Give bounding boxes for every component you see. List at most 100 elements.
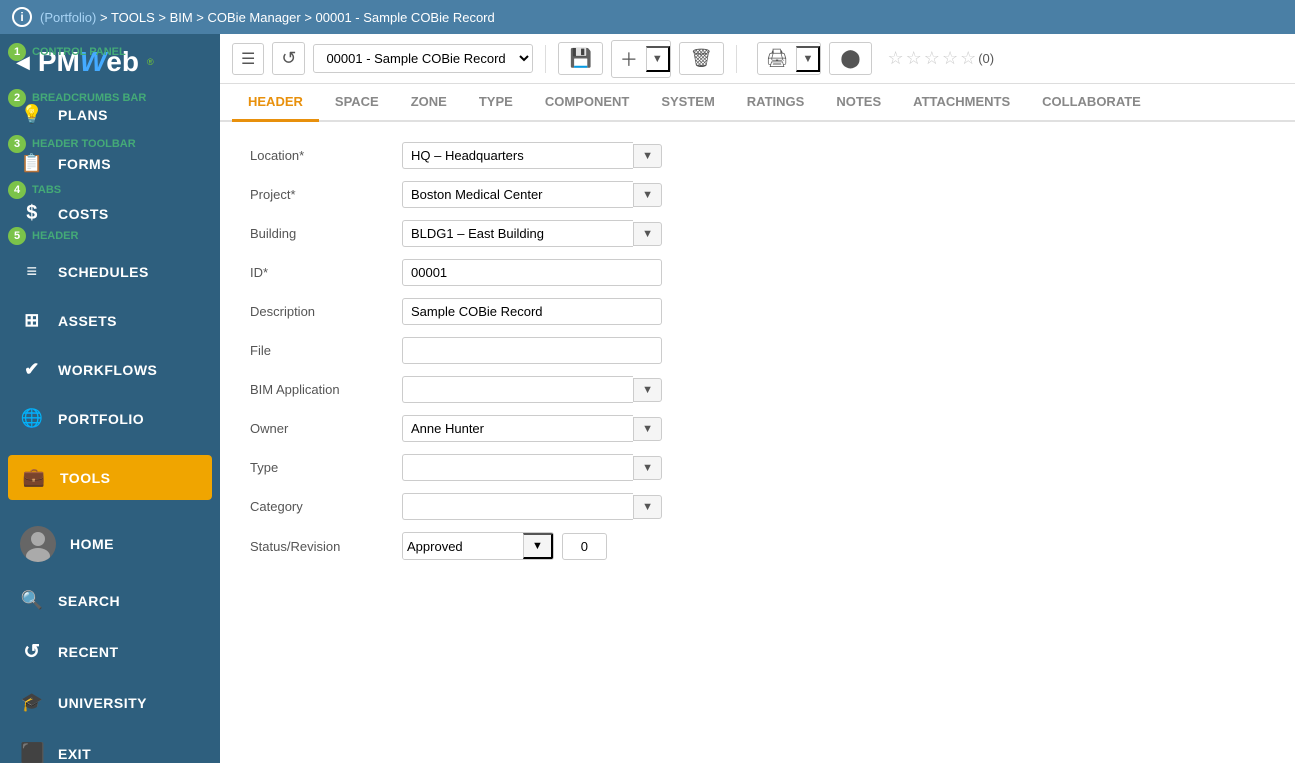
- tab-ratings[interactable]: RATINGS: [731, 84, 821, 122]
- status-dropdown-button[interactable]: ▼: [523, 533, 553, 559]
- category-input[interactable]: [402, 493, 633, 520]
- sidebar-item-assets[interactable]: ⊞ ASSETS: [0, 296, 220, 345]
- header-toolbar: ☰ ↺ 00001 - Sample COBie Record 💾 ＋ ▼ 🗑 …: [220, 34, 1295, 84]
- logo-text: PMWeb: [38, 46, 139, 78]
- project-dropdown-button[interactable]: ▼: [633, 183, 662, 207]
- sidebar-item-tools[interactable]: 💼 TOOLS: [8, 455, 212, 500]
- tab-type[interactable]: TYPE: [463, 84, 529, 122]
- toolbar-separator-1: [545, 45, 546, 73]
- label-id: ID*: [250, 265, 390, 280]
- sidebar: ◀ PMWeb ® 💡 PLANS 📋 FORMS $ COSTS ≡ SCHE…: [0, 34, 220, 763]
- portfolio-icon: 🌐: [20, 408, 44, 429]
- project-field-group: ▼: [402, 181, 662, 208]
- costs-icon: $: [20, 202, 44, 225]
- type-input[interactable]: [402, 454, 633, 481]
- form-row-category: Category ▼: [250, 493, 1265, 520]
- building-dropdown-button[interactable]: ▼: [633, 222, 662, 246]
- form-area: Location* ▼ Project* ▼ Building: [220, 122, 1295, 763]
- label-bim: BIM Application: [250, 382, 390, 397]
- label-location: Location*: [250, 148, 390, 163]
- toggle-button[interactable]: ⬤: [829, 42, 871, 75]
- owner-dropdown-button[interactable]: ▼: [633, 417, 662, 441]
- status-select-wrap: Approved Pending Rejected ▼: [402, 532, 554, 560]
- bim-field-group: ▼: [402, 376, 662, 403]
- menu-icon: ☰: [241, 49, 255, 69]
- tab-notes[interactable]: NOTES: [820, 84, 897, 122]
- bim-dropdown-button[interactable]: ▼: [633, 378, 662, 402]
- form-row-type: Type ▼: [250, 454, 1265, 481]
- sidebar-item-recent[interactable]: ↺ RECENT: [0, 625, 220, 678]
- sidebar-collapse-button[interactable]: ◀: [16, 52, 30, 73]
- location-input[interactable]: [402, 142, 633, 169]
- status-revision-group: Approved Pending Rejected ▼: [402, 532, 607, 560]
- sidebar-item-university[interactable]: 🎓 UNIVERSITY: [0, 678, 220, 727]
- tab-component[interactable]: COMPONENT: [529, 84, 646, 122]
- workflows-icon: ✔: [20, 359, 44, 380]
- print-dropdown-button[interactable]: ▼: [796, 46, 820, 72]
- star-5[interactable]: ☆: [960, 48, 976, 69]
- form-row-id: ID*: [250, 259, 1265, 286]
- label-category: Category: [250, 499, 390, 514]
- user-avatar: [20, 526, 56, 562]
- sidebar-item-schedules[interactable]: ≡ SCHEDULES: [0, 247, 220, 296]
- recent-icon: ↺: [20, 639, 44, 664]
- location-field-group: ▼: [402, 142, 662, 169]
- sidebar-item-workflows[interactable]: ✔ WORKFLOWS: [0, 345, 220, 394]
- sidebar-item-exit[interactable]: ⬛ EXIT: [0, 727, 220, 763]
- sidebar-label-university: UNIVERSITY: [58, 695, 147, 711]
- tab-zone[interactable]: ZONE: [395, 84, 463, 122]
- sidebar-item-portfolio[interactable]: 🌐 PORTFOLIO: [0, 394, 220, 443]
- tab-header[interactable]: HEADER: [232, 84, 319, 122]
- location-dropdown-button[interactable]: ▼: [633, 144, 662, 168]
- delete-button[interactable]: 🗑: [679, 42, 724, 75]
- type-field-group: ▼: [402, 454, 662, 481]
- sidebar-item-forms[interactable]: 📋 FORMS: [0, 139, 220, 188]
- tab-attachments[interactable]: ATTACHMENTS: [897, 84, 1026, 122]
- building-input[interactable]: [402, 220, 633, 247]
- sidebar-item-costs[interactable]: $ COSTS: [0, 188, 220, 239]
- add-dropdown-button[interactable]: ▼: [646, 46, 670, 72]
- bim-input[interactable]: [402, 376, 633, 403]
- portfolio-link[interactable]: (Portfolio): [40, 10, 96, 25]
- breadcrumb-bar: i (Portfolio) > TOOLS > BIM > COBie Mana…: [0, 0, 1295, 34]
- label-file: File: [250, 343, 390, 358]
- form-row-status: Status/Revision Approved Pending Rejecte…: [250, 532, 1265, 560]
- status-select[interactable]: Approved Pending Rejected: [403, 534, 523, 559]
- menu-button[interactable]: ☰: [232, 43, 264, 75]
- schedules-icon: ≡: [20, 261, 44, 282]
- save-button[interactable]: 💾: [558, 42, 602, 75]
- owner-field-group: ▼: [402, 415, 662, 442]
- sidebar-item-home[interactable]: HOME: [0, 512, 220, 576]
- forms-icon: 📋: [20, 153, 44, 174]
- sidebar-item-search[interactable]: 🔍 SEARCH: [0, 576, 220, 625]
- stars-rating: ☆ ☆ ☆ ☆ ☆ (0): [888, 48, 995, 69]
- description-input[interactable]: [402, 298, 662, 325]
- add-button[interactable]: ＋: [612, 41, 646, 77]
- owner-input[interactable]: [402, 415, 633, 442]
- record-selector[interactable]: 00001 - Sample COBie Record: [313, 44, 533, 73]
- id-input[interactable]: [402, 259, 662, 286]
- content-area: ☰ ↺ 00001 - Sample COBie Record 💾 ＋ ▼ 🗑 …: [220, 34, 1295, 763]
- print-button[interactable]: 🖨: [758, 43, 797, 74]
- breadcrumb-path: > TOOLS > BIM > COBie Manager > 00001 - …: [96, 10, 494, 25]
- sidebar-label-forms: FORMS: [58, 156, 111, 172]
- tab-system[interactable]: SYSTEM: [645, 84, 730, 122]
- star-2[interactable]: ☆: [906, 48, 922, 69]
- revision-input[interactable]: [562, 533, 607, 560]
- star-3[interactable]: ☆: [924, 48, 940, 69]
- tab-collaborate[interactable]: COLLABORATE: [1026, 84, 1157, 122]
- back-button[interactable]: ↺: [272, 42, 305, 75]
- sidebar-label-assets: ASSETS: [58, 313, 117, 329]
- star-1[interactable]: ☆: [888, 48, 904, 69]
- tab-space[interactable]: SPACE: [319, 84, 395, 122]
- logo-trademark: ®: [147, 57, 154, 67]
- category-dropdown-button[interactable]: ▼: [633, 495, 662, 519]
- stars-count: (0): [978, 51, 994, 66]
- form-row-project: Project* ▼: [250, 181, 1265, 208]
- sidebar-item-plans[interactable]: 💡 PLANS: [0, 90, 220, 139]
- star-4[interactable]: ☆: [942, 48, 958, 69]
- type-dropdown-button[interactable]: ▼: [633, 456, 662, 480]
- print-button-group: 🖨 ▼: [757, 42, 822, 75]
- file-input[interactable]: [402, 337, 662, 364]
- project-input[interactable]: [402, 181, 633, 208]
